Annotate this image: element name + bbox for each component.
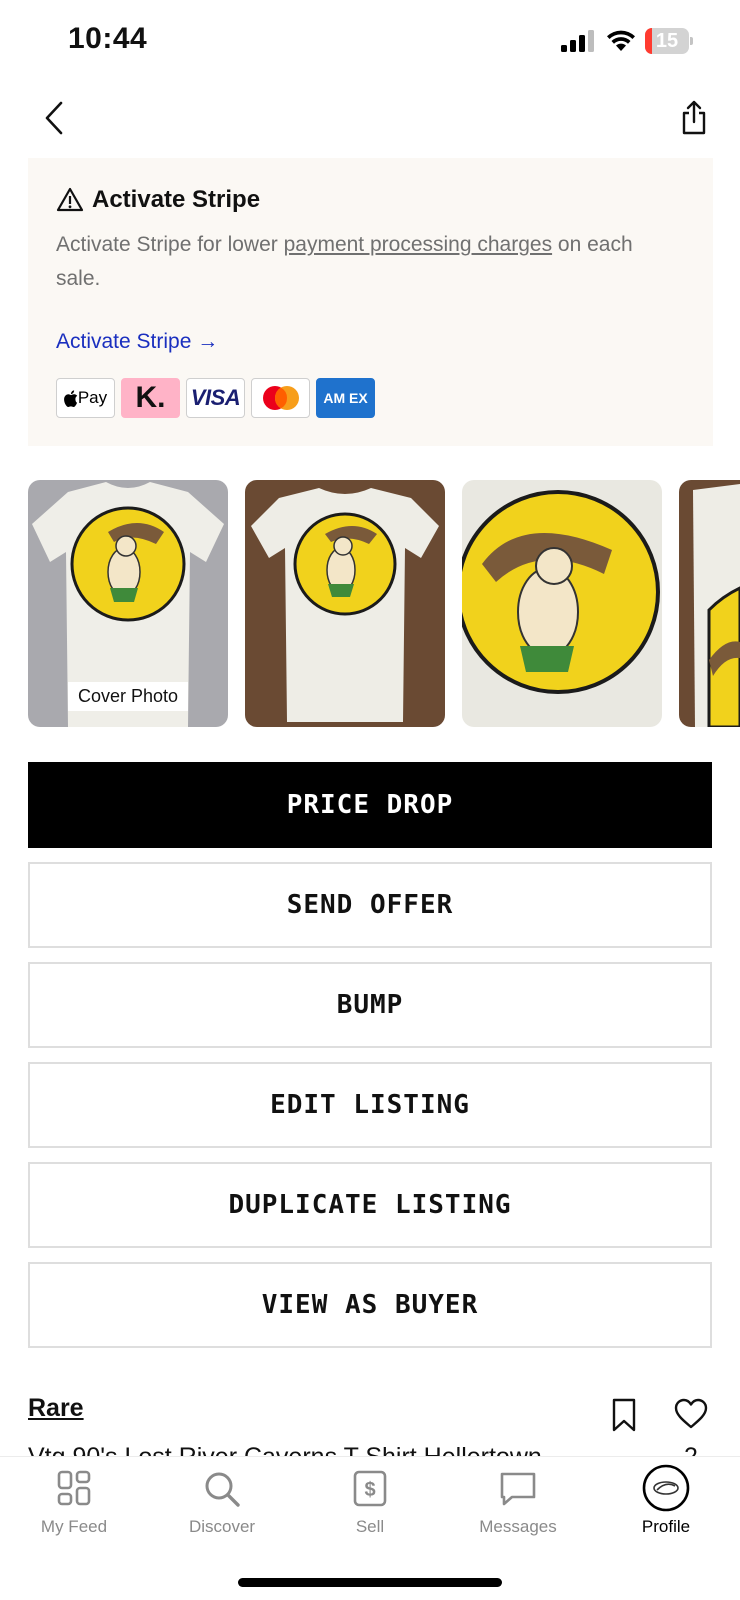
status-bar: 10:44 15 (0, 0, 740, 86)
stripe-title-row: Activate Stripe (56, 184, 260, 216)
cellular-signal-icon (561, 30, 594, 52)
share-button[interactable] (676, 96, 712, 140)
home-indicator (238, 1578, 502, 1587)
dollar-tag-icon: $ (353, 1470, 387, 1507)
listing-title-text: Vtg 90's Lost River Caverns T Shirt Hell… (28, 1442, 568, 1456)
tab-label-my-feed: My Feed (40, 1517, 108, 1536)
duplicate-listing-button[interactable]: DUPLICATE LISTING (28, 1162, 712, 1248)
tab-label-discover: Discover (188, 1517, 256, 1536)
apple-pay-label: Pay (77, 388, 108, 407)
stripe-description: Activate Stripe for lower payment proces… (56, 228, 636, 296)
stripe-title: Activate Stripe (92, 186, 261, 213)
wifi-icon (607, 30, 635, 51)
battery-level: 15 (655, 30, 679, 52)
activate-stripe-link[interactable]: Activate Stripe → (56, 330, 218, 354)
tab-profile[interactable]: Profile (606, 1464, 726, 1555)
listing-photo-3[interactable] (462, 480, 662, 727)
view-as-buyer-button[interactable]: VIEW AS BUYER (28, 1262, 712, 1348)
payment-methods: Pay K. VISA AM EX (56, 378, 375, 418)
profile-avatar-icon (642, 1464, 690, 1512)
edit-listing-button[interactable]: EDIT LISTING (28, 1062, 712, 1148)
listing-photo-2[interactable] (245, 480, 445, 727)
tab-messages[interactable]: Messages (458, 1469, 578, 1555)
mastercard-logo (251, 378, 310, 418)
listing-title: Vtg 90's Lost River Caverns T Shirt Hell… (28, 1442, 568, 1456)
tab-label-messages: Messages (479, 1517, 557, 1536)
bookmark-icon[interactable] (608, 1398, 640, 1432)
stripe-banner: Activate Stripe Activate Stripe for lowe… (28, 158, 713, 446)
chat-bubble-icon (500, 1472, 536, 1506)
svg-text:$: $ (364, 1479, 375, 1501)
price-drop-button[interactable]: PRICE DROP (28, 762, 712, 848)
tab-label-sell: Sell (355, 1517, 385, 1536)
klarna-logo: K. (121, 378, 180, 418)
status-time: 10:44 (68, 22, 148, 55)
tab-sell[interactable]: $ Sell (310, 1469, 430, 1555)
warning-icon (56, 187, 84, 212)
bump-button[interactable]: BUMP (28, 962, 712, 1048)
listing-photo-cover[interactable]: Cover Photo (28, 480, 228, 727)
listing-tag[interactable]: Rare (28, 1394, 84, 1423)
listing-photo-4[interactable] (679, 480, 740, 727)
cover-photo-label: Cover Photo (68, 682, 189, 711)
send-offer-button[interactable]: SEND OFFER (28, 862, 712, 948)
chevron-left-icon (45, 101, 63, 135)
battery-icon: 15 (645, 28, 693, 54)
grid-icon (57, 1470, 91, 1506)
back-button[interactable] (36, 92, 72, 144)
stripe-description-text: Activate Stripe for lower (56, 233, 284, 256)
listing-count: 2 (684, 1442, 698, 1456)
tab-label-profile: Profile (641, 1517, 691, 1536)
tab-discover[interactable]: Discover (162, 1469, 282, 1555)
apple-icon (63, 389, 78, 407)
payment-processing-link[interactable]: payment processing charges (284, 233, 552, 256)
apple-pay-logo: Pay (56, 378, 115, 418)
amex-logo: AM EX (316, 378, 375, 418)
share-icon (682, 100, 706, 135)
tab-my-feed[interactable]: My Feed (14, 1469, 134, 1555)
heart-icon[interactable] (674, 1398, 708, 1430)
search-icon (205, 1472, 240, 1507)
visa-logo: VISA (186, 378, 245, 418)
